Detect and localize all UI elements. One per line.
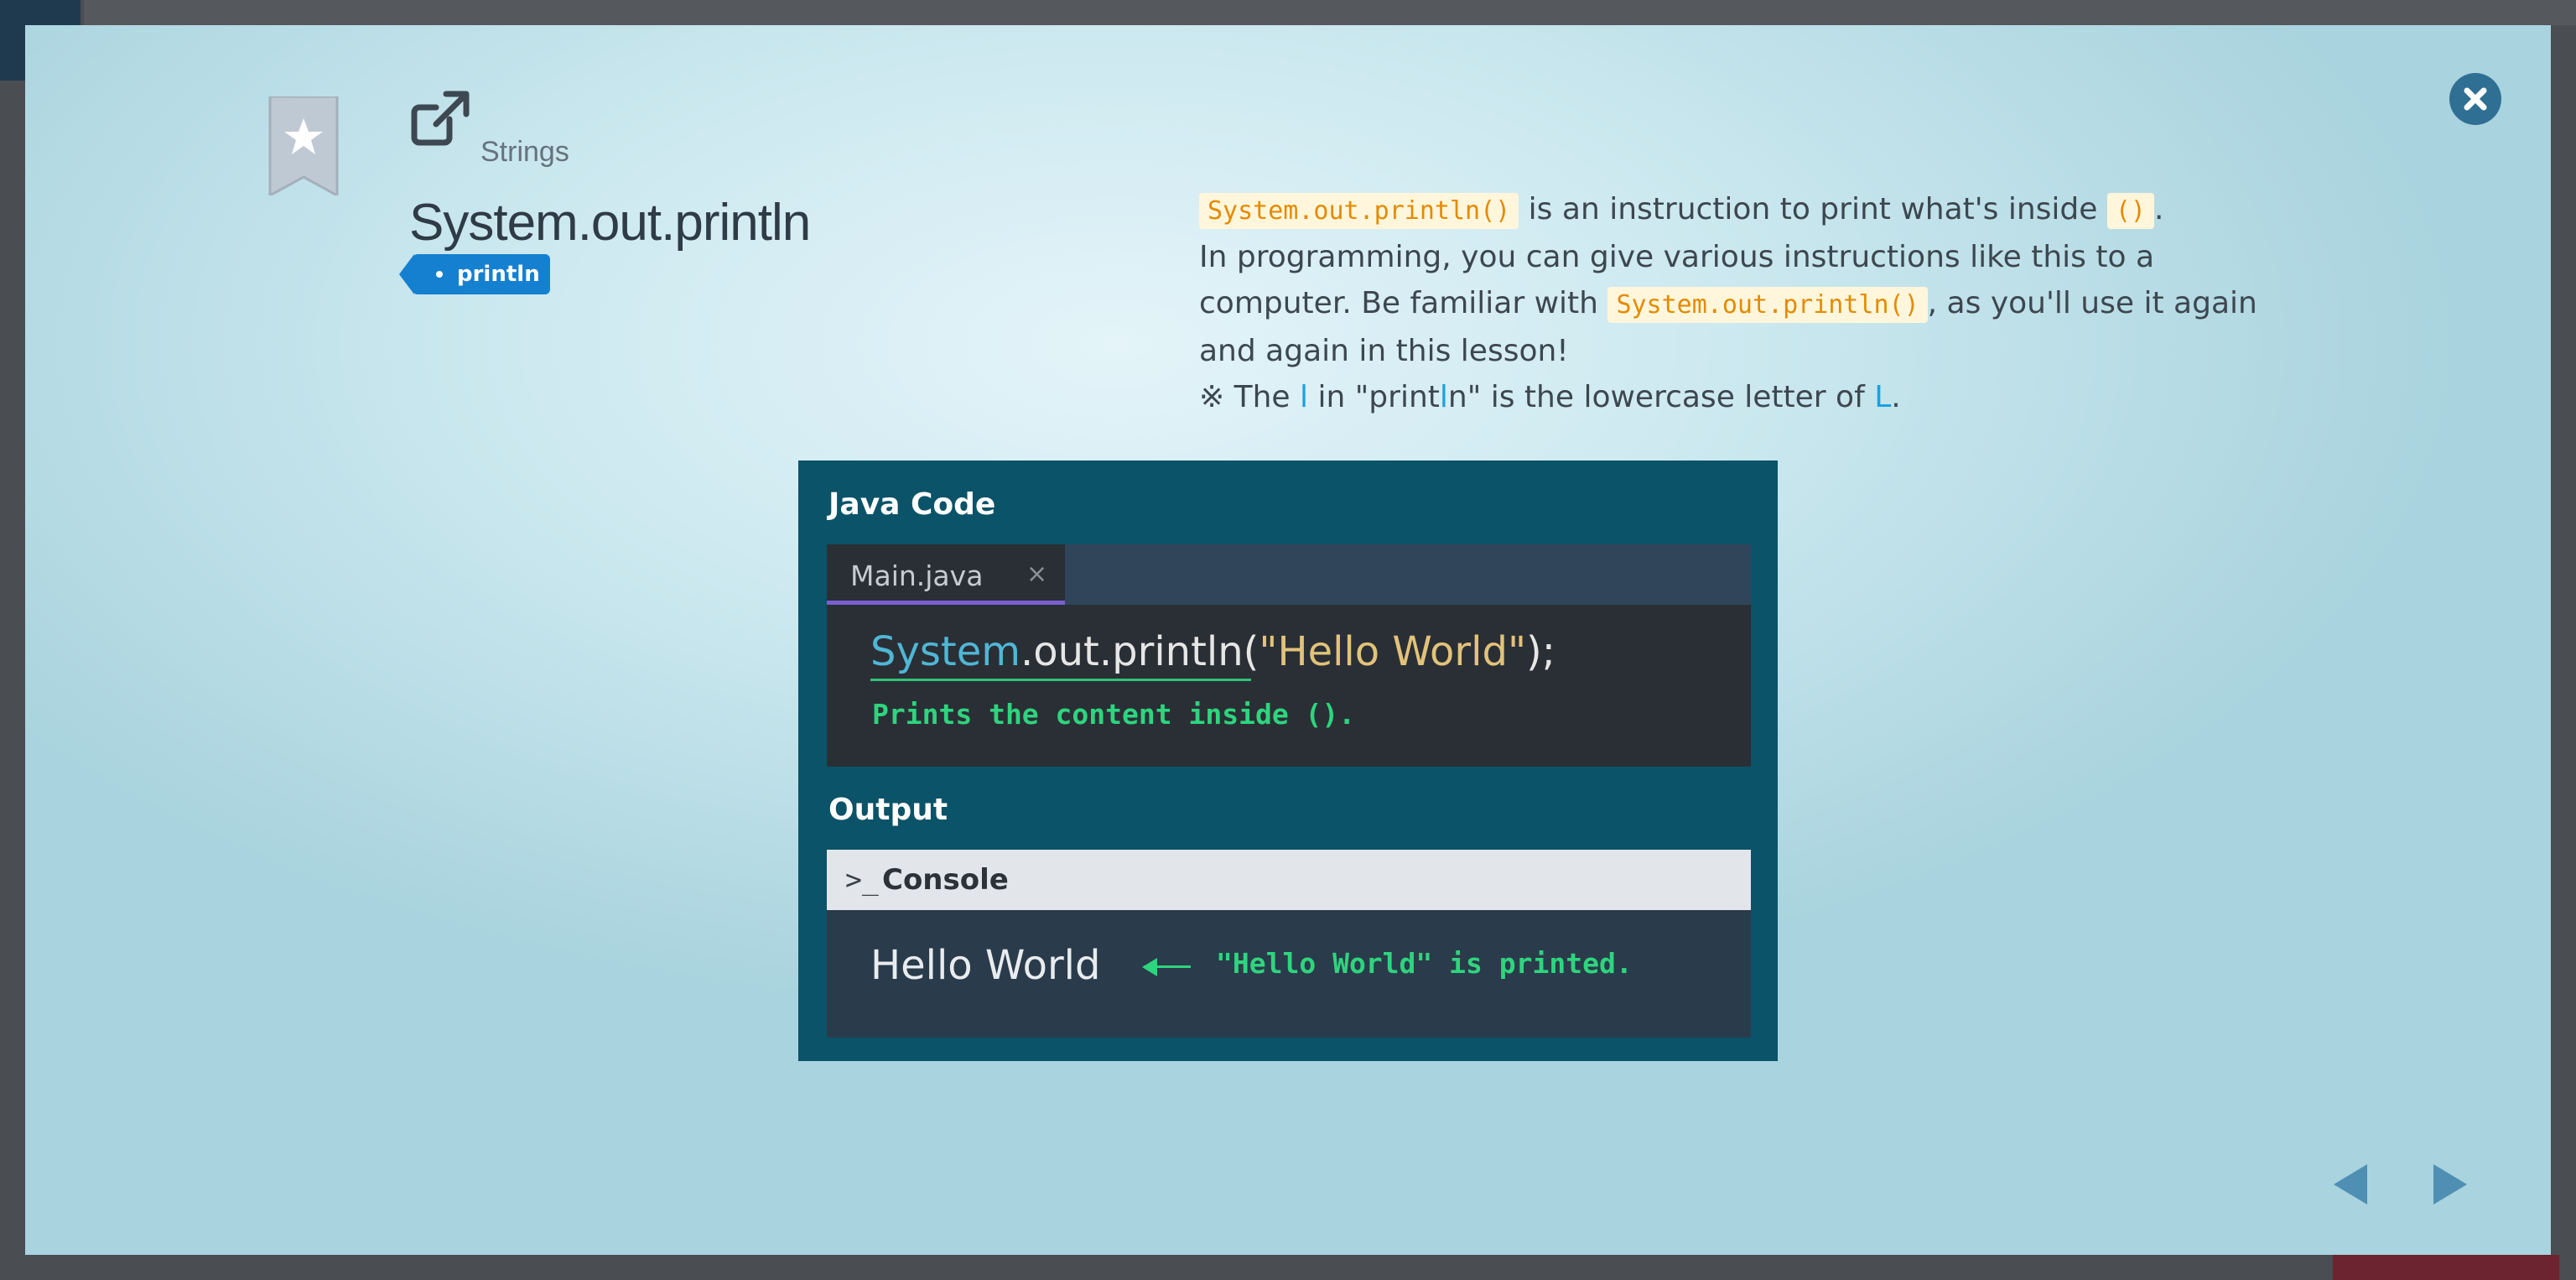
description-text: .: [1891, 380, 1901, 414]
description-text: is an instruction to print what's inside: [1519, 192, 2107, 226]
description-line: and again in this lesson!: [1199, 334, 1569, 368]
tag-dot-icon: [436, 271, 443, 278]
console-output: Hello World: [870, 942, 1101, 989]
code-line: System.out.println("Hello World");: [870, 628, 1555, 675]
slide-title: System.out.println: [409, 194, 811, 252]
inline-code: (): [2106, 193, 2154, 229]
code-token: .out.println(: [1021, 628, 1259, 675]
background-topbar: [84, 0, 2576, 25]
output-section-label: Output: [828, 793, 948, 827]
console-header: >_ Console: [827, 850, 1751, 910]
slide-illustration: Java Code Main.java × System.out.println…: [798, 460, 1778, 1061]
description-text: in "print: [1308, 380, 1440, 414]
description-text: ※ The: [1199, 380, 1301, 414]
close-button[interactable]: [2449, 73, 2501, 125]
code-string: "Hello World": [1259, 628, 1527, 675]
tag-label: println: [457, 262, 540, 287]
description-text: computer. Be familiar with: [1199, 286, 1608, 320]
bookmark-star-icon[interactable]: [267, 96, 340, 195]
code-annotation: Prints the content inside ().: [872, 698, 1356, 731]
highlighted-letter: l: [1439, 380, 1448, 414]
inline-code: System.out.println(): [1199, 193, 1519, 229]
file-tab-label: Main.java: [850, 559, 984, 592]
slide-modal: Strings System.out.println println Syste…: [25, 25, 2551, 1255]
highlighted-letter: L: [1874, 380, 1892, 414]
console-label: Console: [882, 863, 1009, 897]
highlighted-letter: l: [1300, 380, 1309, 414]
editor-tab-bar: Main.java ×: [827, 544, 1751, 605]
code-token: System: [870, 628, 1021, 675]
keyword-tag[interactable]: println: [399, 254, 550, 294]
description-note: ※ The l in "println" is the lowercase le…: [1199, 374, 2289, 420]
output-annotation: "Hello World" is printed.: [1216, 947, 1633, 980]
code-underline: [870, 679, 1251, 681]
close-icon: [2464, 87, 2487, 111]
code-token: );: [1526, 628, 1555, 675]
file-tab: Main.java ×: [827, 544, 1065, 605]
code-section-label: Java Code: [828, 487, 996, 522]
description-line: In programming, you can give various ins…: [1199, 240, 2155, 274]
external-link-icon[interactable]: [411, 91, 470, 146]
description-text: .: [2154, 192, 2164, 226]
slide-description: System.out.println() is an instruction t…: [1199, 186, 2289, 420]
lesson-category: Strings: [480, 136, 569, 168]
inline-code: System.out.println(): [1607, 287, 1928, 323]
arrow-line: [1144, 965, 1191, 968]
triangle-right-icon[interactable]: [2430, 1159, 2472, 1210]
description-line: System.out.println() is an instruction t…: [1199, 186, 2289, 234]
description-text: n" is the lowercase letter of: [1447, 380, 1875, 414]
console-panel: >_ Console Hello World "Hello World" is …: [827, 850, 1751, 1038]
description-line: computer. Be familiar with System.out.pr…: [1199, 280, 2289, 328]
triangle-left-icon[interactable]: [2329, 1159, 2371, 1210]
terminal-prompt-icon: >_: [845, 863, 879, 896]
close-tab-icon: ×: [1026, 559, 1048, 589]
code-editor: Main.java × System.out.println("Hello Wo…: [827, 544, 1751, 767]
background-contact-button: [2333, 1255, 2559, 1280]
description-text: , as you'll use it again: [1927, 286, 2257, 320]
